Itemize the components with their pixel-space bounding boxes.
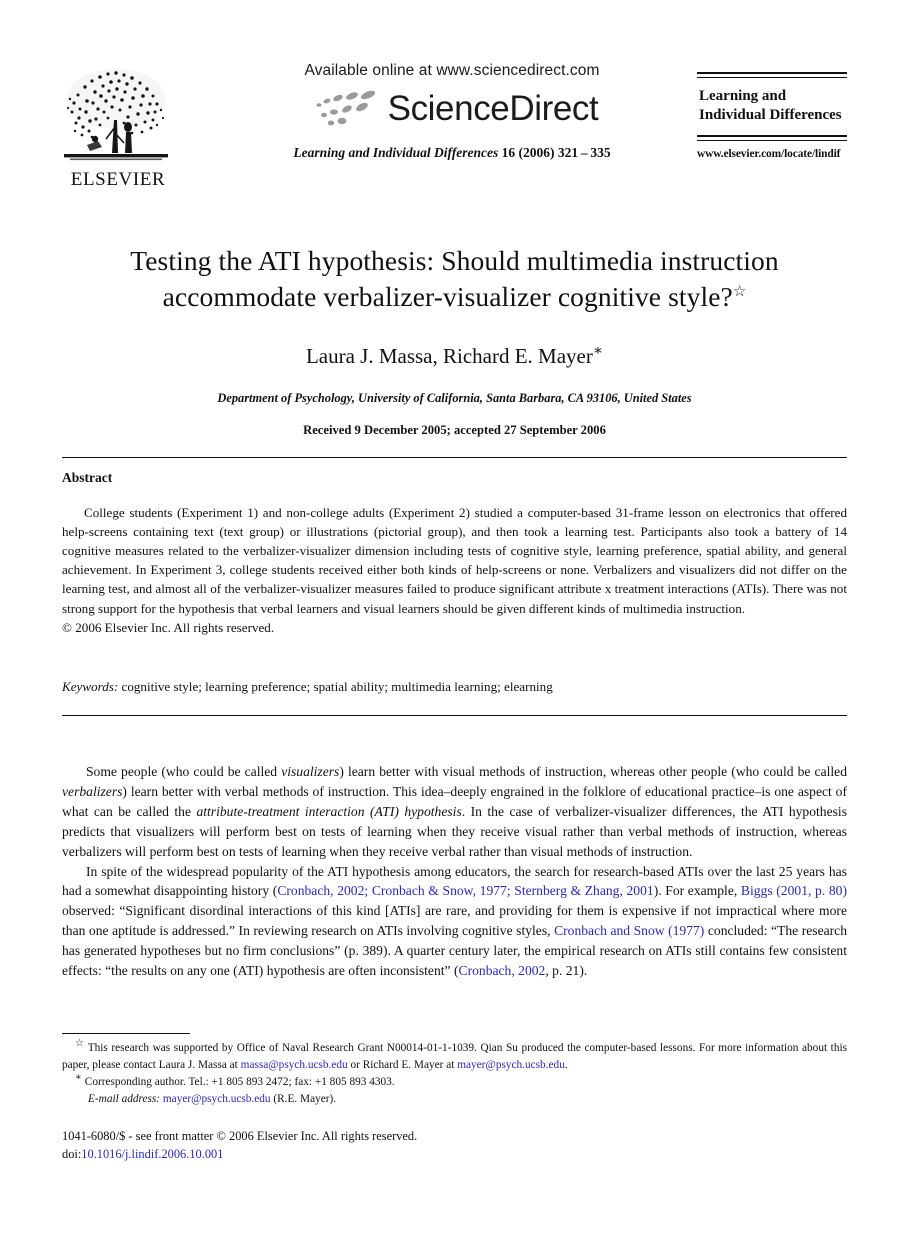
keywords-line: Keywords: cognitive style; learning pref… xyxy=(62,679,847,695)
page-title: Testing the ATI hypothesis: Should multi… xyxy=(62,243,847,316)
email-address-label: E-mail address: xyxy=(88,1092,161,1105)
citation-link-cronbach-sternberg[interactable]: Cronbach, 2002; Cronbach & Snow, 1977; S… xyxy=(277,883,653,898)
keywords-values: cognitive style; learning preference; sp… xyxy=(118,679,553,694)
journal-logo-line2: Individual Differences xyxy=(699,106,842,123)
keywords-label: Keywords: xyxy=(62,679,119,694)
footnote-corresponding-text: Corresponding author. Tel.: +1 805 893 2… xyxy=(84,1075,395,1088)
footnote-asterisk-marker: ∗ xyxy=(75,1072,82,1084)
journal-article-first-page: ELSEVIER Available online at www.science… xyxy=(0,0,907,1238)
doi-link[interactable]: 10.1016/j.lindif.2006.10.001 xyxy=(81,1147,223,1161)
elsevier-tree-icon xyxy=(64,69,168,161)
elsevier-logo: ELSEVIER xyxy=(62,65,174,189)
footnotes: ☆ This research was supported by Office o… xyxy=(62,1038,847,1108)
available-online-text: Available online at www.sciencedirect.co… xyxy=(304,62,600,79)
abstract-heading: Abstract xyxy=(62,470,113,485)
footnote-email-address: E-mail address: mayer@psych.ucsb.edu (R.… xyxy=(62,1091,847,1108)
citation-link-cronbach-snow[interactable]: Cronbach and Snow (1977) xyxy=(554,923,704,938)
corresponding-author-marker[interactable]: ∗ xyxy=(593,343,603,359)
footnote-funding: ☆ This research was supported by Office o… xyxy=(62,1038,847,1074)
citation-link-biggs[interactable]: Biggs (2001, p. 80) xyxy=(741,883,847,898)
body-paragraph-1: Some people (who could be called visuali… xyxy=(62,762,847,862)
sciencedirect-block: Available online at www.sciencedirect.co… xyxy=(232,62,672,161)
author-list: Laura J. Massa, Richard E. Mayer∗ xyxy=(62,343,847,369)
abstract-paragraph: College students (Experiment 1) and non-… xyxy=(62,505,847,616)
paper-title-line2: accommodate verbalizer-visualizer cognit… xyxy=(162,281,733,313)
journal-citation-title: Learning and Individual Differences xyxy=(293,145,499,160)
elsevier-wordmark: ELSEVIER xyxy=(70,169,166,190)
p1-seg2: ) learn better with visual methods of in… xyxy=(339,764,847,779)
issn-copyright-line: 1041-6080/$ - see front matter © 2006 El… xyxy=(62,1129,418,1143)
abstract-rule-top xyxy=(62,457,847,458)
footnote-funding-text-c: . xyxy=(564,1058,568,1071)
footnote-funding-text-b: or Richard E. Mayer at xyxy=(347,1058,458,1071)
author-names: Laura J. Massa, Richard E. Mayer xyxy=(305,343,593,368)
email-link-massa[interactable]: massa@psych.ucsb.edu xyxy=(241,1059,348,1071)
p2-seg5: , p. 21). xyxy=(545,963,588,979)
doi-line: doi:10.1016/j.lindif.2006.10.001 xyxy=(62,1146,847,1164)
footnote-corresponding-author: ∗ Corresponding author. Tel.: +1 805 893 … xyxy=(62,1072,847,1091)
email-link-corresponding[interactable]: mayer@psych.ucsb.edu xyxy=(160,1093,271,1105)
citation-link-cronbach-2002[interactable]: Cronbach, 2002 xyxy=(459,963,546,978)
affiliation: Department of Psychology, University of … xyxy=(217,390,692,405)
journal-citation-volume: 16 (2006) 321 – 335 xyxy=(498,145,611,160)
received-accepted-dates: Received 9 December 2005; accepted 27 Se… xyxy=(303,422,606,437)
sciencedirect-wordmark: ScienceDirect xyxy=(387,88,599,128)
journal-url[interactable]: www.elsevier.com/locate/lindif xyxy=(697,148,847,160)
paper-title-line1: Testing the ATI hypothesis: Should multi… xyxy=(130,245,779,276)
abstract-copyright: © 2006 Elsevier Inc. All rights reserved… xyxy=(62,619,275,635)
journal-logo-line1: Learning and xyxy=(699,87,787,104)
body-paragraph-2: In spite of the widespread popularity of… xyxy=(62,862,847,981)
p1-italic-ati-hypothesis: attribute-treatment interaction (ATI) hy… xyxy=(196,803,462,819)
title-block: Testing the ATI hypothesis: Should multi… xyxy=(62,243,847,438)
sciencedirect-swoosh-icon xyxy=(316,90,375,126)
imprint-block: 1041-6080/$ - see front matter © 2006 El… xyxy=(62,1128,847,1164)
journal-logo-name: Learning and Individual Differences xyxy=(697,78,847,135)
footnote-star-marker: ☆ xyxy=(75,1038,85,1050)
footnote-separator-rule xyxy=(62,1033,190,1034)
p2-seg2: ). For example, xyxy=(653,883,741,899)
sciencedirect-logo: ScienceDirect xyxy=(232,87,672,129)
abstract-body: College students (Experiment 1) and non-… xyxy=(62,503,847,637)
p1-seg1: Some people (who could be called xyxy=(86,764,282,779)
p1-italic-visualizers: visualizers xyxy=(281,764,340,779)
email-link-mayer[interactable]: mayer@psych.ucsb.edu xyxy=(457,1059,565,1071)
abstract-rule-bottom xyxy=(62,715,847,716)
email-address-suffix: (R.E. Mayer). xyxy=(270,1092,337,1105)
p1-italic-verbalizers: verbalizers xyxy=(62,783,123,799)
title-footnote-marker[interactable]: ☆ xyxy=(733,284,747,300)
journal-citation: Learning and Individual Differences 16 (… xyxy=(232,145,672,161)
journal-logo-block: Learning and Individual Differences www.… xyxy=(697,72,847,160)
journal-logo-rule-bottom xyxy=(697,134,847,141)
body-text: Some people (who could be called visuali… xyxy=(62,762,847,981)
masthead: ELSEVIER Available online at www.science… xyxy=(62,62,847,202)
doi-label: doi: xyxy=(62,1146,82,1161)
